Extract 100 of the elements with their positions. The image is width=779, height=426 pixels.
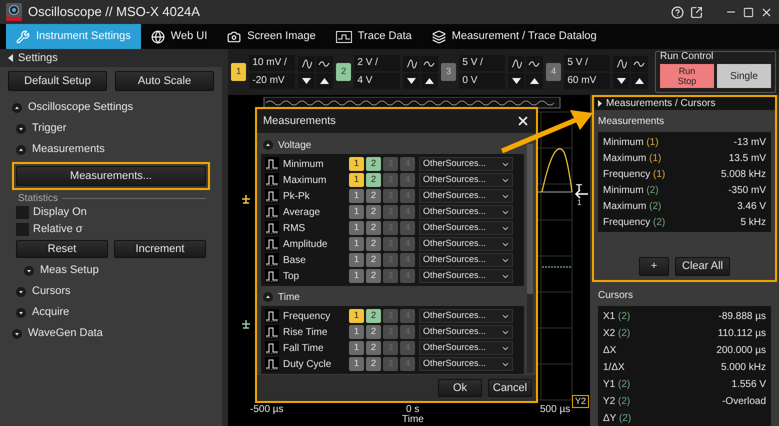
checkbox[interactable] [16, 206, 29, 219]
sources-dropdown[interactable]: OtherSources... [419, 357, 513, 371]
expand-icon[interactable] [16, 286, 26, 296]
clear-all-button[interactable]: Clear All [675, 257, 730, 276]
expand-icon[interactable] [16, 124, 26, 134]
source-toggle[interactable]: 2 [366, 269, 381, 283]
sources-dropdown[interactable]: OtherSources... [419, 325, 513, 339]
dialog-button[interactable]: Ok [438, 379, 482, 397]
tree-item[interactable]: WaveGen Data [28, 325, 103, 342]
tab[interactable]: Web UI [140, 24, 218, 49]
sources-dropdown[interactable]: OtherSources... [419, 269, 513, 283]
measurement-value: 5 kHz [740, 216, 766, 230]
sources-dropdown[interactable]: OtherSources... [419, 237, 513, 251]
expand-icon[interactable] [24, 266, 34, 276]
scale-field[interactable]: 5 V / [564, 55, 610, 71]
source-toggle[interactable]: 2 [366, 173, 381, 187]
tree-item[interactable]: Measurements [32, 141, 105, 158]
source-toggle[interactable]: 1 [349, 357, 364, 371]
collapse-icon[interactable] [263, 140, 273, 150]
tree-item[interactable]: Trigger [32, 120, 66, 137]
collapse-icon[interactable] [16, 144, 26, 154]
offset-field[interactable]: 4 V [354, 73, 400, 89]
source-toggle[interactable]: 1 [349, 237, 364, 251]
sources-dropdown[interactable]: OtherSources... [419, 309, 513, 323]
tree-item[interactable]: Meas Setup [40, 262, 99, 279]
section-header[interactable]: Time [278, 290, 300, 304]
export-icon[interactable] [690, 6, 703, 18]
tree-item[interactable]: Acquire [32, 304, 70, 321]
source-toggle[interactable]: 1 [349, 157, 364, 171]
setup-button[interactable]: Default Setup [8, 71, 107, 91]
source-toggle[interactable]: 2 [366, 189, 381, 203]
source-toggle[interactable]: 2 [366, 357, 381, 371]
sources-dropdown[interactable]: OtherSources... [419, 221, 513, 235]
sources-dropdown[interactable]: OtherSources... [419, 253, 513, 267]
source-toggle[interactable]: 1 [349, 189, 364, 203]
single-button[interactable]: Single [717, 64, 771, 88]
caret-left-icon[interactable] [8, 54, 13, 62]
source-toggle[interactable]: 1 [349, 221, 364, 235]
checkbox[interactable] [16, 223, 29, 236]
tilde-icon[interactable] [420, 56, 438, 72]
sources-dropdown[interactable]: OtherSources... [419, 173, 513, 187]
channel-button[interactable]: 2 [336, 63, 352, 81]
source-toggle[interactable]: 2 [366, 309, 381, 323]
expand-icon[interactable] [12, 328, 22, 338]
waveform-icon [265, 341, 279, 355]
tab[interactable]: Screen Image [217, 24, 326, 49]
source-toggle[interactable]: 2 [366, 253, 381, 267]
tab[interactable]: Measurement / Trace Datalog [422, 24, 607, 49]
statistics-button[interactable]: Increment [114, 240, 206, 258]
source-toggle[interactable]: 1 [349, 341, 364, 355]
measurements-button[interactable]: Measurements... [16, 166, 206, 186]
scale-field[interactable]: 10 mV / [249, 55, 296, 71]
expand-icon[interactable] [16, 308, 26, 318]
measurement-value: -89.888 µs [718, 310, 766, 324]
close-icon[interactable] [760, 6, 773, 18]
sources-dropdown[interactable]: OtherSources... [419, 341, 513, 355]
scrollbar[interactable] [527, 144, 533, 373]
source-toggle[interactable]: 2 [366, 341, 381, 355]
help-icon[interactable] [671, 6, 684, 18]
section-header[interactable]: Voltage [278, 138, 312, 152]
source-toggle[interactable]: 2 [366, 325, 381, 339]
measurement-name: Pk-Pk [283, 190, 311, 204]
run-stop-button[interactable]: Run Stop [660, 64, 714, 88]
measurement-label: X1 (2) [603, 310, 630, 324]
scale-field[interactable]: 5 V / [459, 55, 506, 71]
offset-field[interactable]: 0 V [459, 73, 506, 89]
statistics-button[interactable]: Reset [16, 240, 108, 258]
source-toggle[interactable]: 2 [366, 221, 381, 235]
source-toggle[interactable]: 2 [366, 157, 381, 171]
offset-field[interactable]: 60 mV [564, 73, 610, 89]
setup-button[interactable]: Auto Scale [115, 71, 214, 91]
add-button[interactable]: + [639, 257, 670, 276]
maximize-icon[interactable] [743, 6, 754, 18]
caret-right-icon[interactable] [598, 100, 602, 107]
close-icon[interactable] [516, 114, 530, 128]
source-toggle[interactable]: 1 [349, 309, 364, 323]
sources-dropdown[interactable]: OtherSources... [419, 189, 513, 203]
collapse-icon[interactable] [263, 292, 273, 302]
tilde-icon[interactable] [630, 56, 648, 72]
tilde-icon[interactable] [316, 56, 333, 72]
offset-field[interactable]: -20 mV [249, 73, 296, 89]
measurement-value: -13 mV [734, 136, 766, 150]
source-toggle[interactable]: 2 [366, 237, 381, 251]
tree-item[interactable]: Cursors [32, 283, 71, 300]
source-toggle[interactable]: 1 [349, 253, 364, 267]
sources-dropdown[interactable]: OtherSources... [419, 157, 513, 171]
source-toggle[interactable]: 2 [366, 205, 381, 219]
source-toggle[interactable]: 1 [349, 205, 364, 219]
tree-item[interactable]: Oscilloscope Settings [28, 99, 134, 116]
scale-field[interactable]: 2 V / [354, 55, 400, 71]
sources-dropdown[interactable]: OtherSources... [419, 205, 513, 219]
source-toggle[interactable]: 1 [349, 269, 364, 283]
measurement-name: Frequency [283, 310, 332, 324]
tab[interactable]: Trace Data [326, 24, 422, 49]
source-toggle[interactable]: 1 [349, 173, 364, 187]
channel-button[interactable]: 1 [231, 63, 246, 81]
collapse-icon[interactable] [12, 102, 22, 112]
source-toggle[interactable]: 1 [349, 325, 364, 339]
dialog-button[interactable]: Cancel [488, 379, 532, 397]
tilde-icon[interactable] [526, 56, 543, 72]
